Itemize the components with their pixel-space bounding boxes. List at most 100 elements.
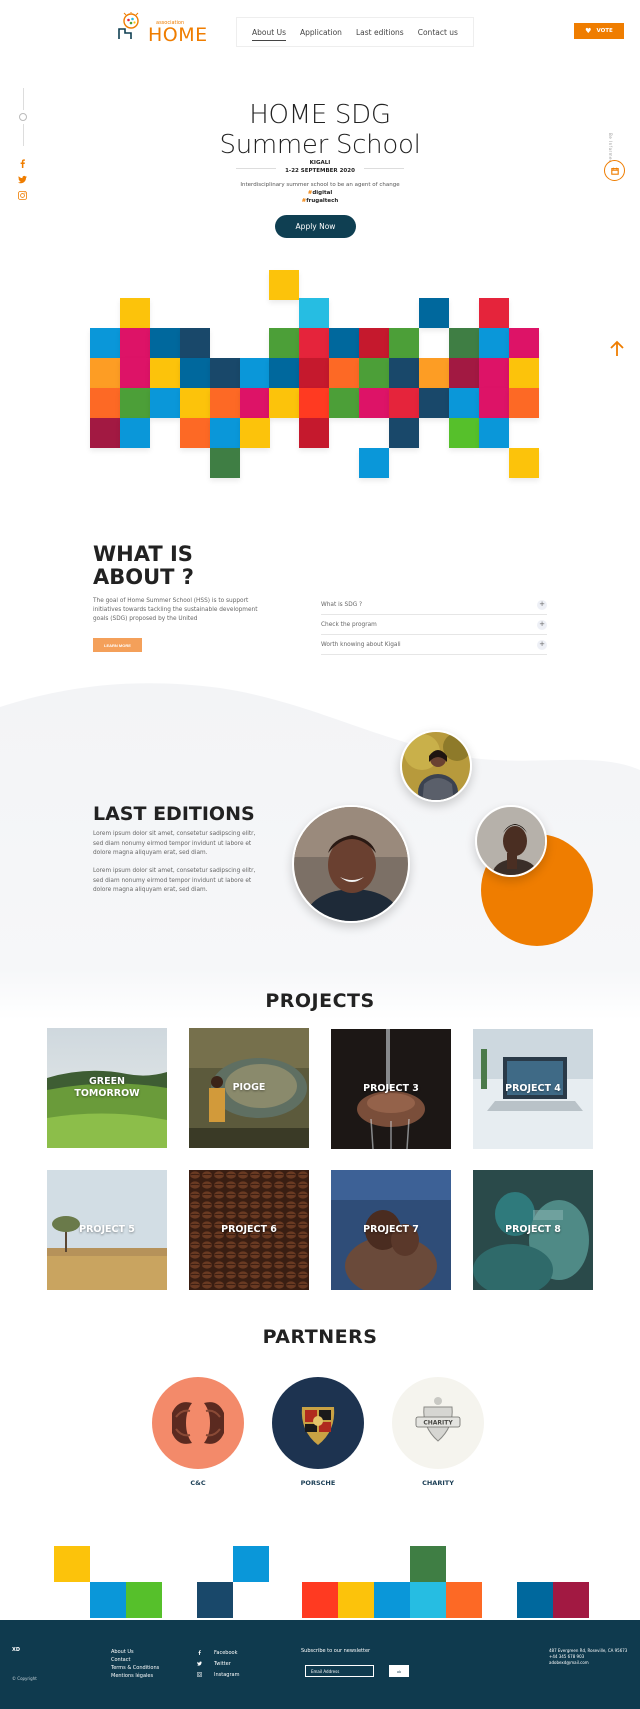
- sdg-tile: [338, 1582, 374, 1618]
- sdg-tile: [90, 1582, 126, 1618]
- sdg-tile: [389, 358, 419, 388]
- nav-contact-us[interactable]: Contact us: [418, 28, 458, 37]
- hero-title-line2: Summer School: [219, 130, 421, 160]
- calendar-badge[interactable]: [604, 160, 625, 181]
- sdg-tile: [269, 328, 299, 358]
- sdg-tile: [180, 358, 210, 388]
- sdg-tile: [90, 358, 120, 388]
- nav-application[interactable]: Application: [300, 28, 342, 37]
- sdg-tile: [302, 1582, 338, 1618]
- sdg-tile: [410, 1582, 446, 1618]
- newsletter-label: Subscribe to our newsletter: [301, 1648, 371, 1654]
- sdg-tile: [329, 358, 359, 388]
- newsletter-ok-button[interactable]: ok: [389, 1665, 409, 1677]
- twitter-icon[interactable]: [16, 173, 28, 185]
- sdg-tile: [359, 388, 389, 418]
- facebook-icon: [198, 1650, 201, 1655]
- project-label: PROJECT 8: [505, 1224, 561, 1235]
- sdg-tile: [389, 418, 419, 448]
- sdg-tile: [419, 358, 449, 388]
- footer-link-mentions[interactable]: Mentions légales: [111, 1672, 159, 1680]
- accordion-item-sdg[interactable]: What is SDG ? +: [321, 595, 547, 615]
- partner-name-charity[interactable]: CHARITY: [378, 1479, 498, 1487]
- instagram-icon[interactable]: [16, 189, 28, 201]
- sdg-tile: [240, 358, 270, 388]
- sdg-tile: [553, 1582, 589, 1618]
- sdg-tile: [446, 1582, 482, 1618]
- project-label: PIOGE: [232, 1082, 266, 1093]
- sdg-tile: [150, 358, 180, 388]
- project-card-7[interactable]: PROJECT 7: [331, 1170, 451, 1290]
- hero-title-line1: HOME SDG: [249, 100, 391, 130]
- projects-title: PROJECTS: [265, 990, 375, 1012]
- vote-button[interactable]: ♥ VOTE: [574, 23, 624, 39]
- sdg-tile: [419, 298, 449, 328]
- partners-title: PARTNERS: [262, 1326, 378, 1348]
- project-label: PROJECT 7: [363, 1224, 419, 1235]
- sdg-tile: [197, 1582, 233, 1618]
- footer-twitter[interactable]: Twitter: [197, 1658, 239, 1669]
- nav-about-us[interactable]: About Us: [252, 28, 286, 41]
- scroll-indicator[interactable]: [19, 113, 27, 121]
- accordion-item-kigali[interactable]: Worth knowing about Kigali +: [321, 635, 547, 655]
- main-nav: About Us Application Last editions Conta…: [236, 17, 474, 47]
- home-logo[interactable]: association HOME: [116, 12, 207, 45]
- project-card-6[interactable]: PROJECT 6: [189, 1170, 309, 1290]
- sdg-tile: [269, 358, 299, 388]
- partner-name-porsche[interactable]: PORSCHE: [258, 1479, 378, 1487]
- footer-link-terms[interactable]: Terms & Conditions: [111, 1664, 159, 1672]
- sdg-tile: [509, 328, 539, 358]
- sdg-tile: [150, 388, 180, 418]
- sdg-tile: [359, 448, 389, 478]
- project-card-2[interactable]: PIOGE: [189, 1028, 309, 1148]
- apply-now-button[interactable]: Apply Now: [275, 215, 356, 238]
- sdg-tile: [374, 1582, 410, 1618]
- project-card-1[interactable]: GREEN TOMORROW: [47, 1028, 167, 1148]
- edition-photo-man: [292, 805, 410, 923]
- logo-wordmark: HOME: [148, 24, 208, 46]
- rail-line-bottom: [23, 124, 24, 146]
- project-label: PROJECT 4: [505, 1083, 561, 1094]
- project-card-3[interactable]: PROJECT 3: [331, 1029, 451, 1149]
- last-editions-paragraph-2: Lorem ipsum dolor sit amet, consetetur s…: [93, 868, 256, 893]
- partner-logo-cnc[interactable]: [152, 1377, 244, 1469]
- sdg-tile: [269, 270, 299, 300]
- footer-link-about[interactable]: About Us: [111, 1648, 159, 1656]
- footer-address: 487 Evergreen Rd, Roseville, CA 95673 +4…: [549, 1648, 628, 1665]
- sdg-tile: [449, 328, 479, 358]
- footer-brand: XD: [12, 1647, 21, 1653]
- sdg-tile: [299, 388, 329, 418]
- sdg-tile: [410, 1546, 446, 1582]
- footer-instagram[interactable]: Instagram: [197, 1669, 239, 1680]
- hero-description: Interdisciplinary summer school to be an…: [240, 182, 400, 188]
- back-to-top-icon[interactable]: [608, 340, 626, 358]
- partner-logo-charity[interactable]: CHARITY: [392, 1377, 484, 1469]
- learn-more-button[interactable]: LEARN MORE: [93, 638, 142, 652]
- edition-photo-woman: [400, 730, 472, 802]
- sdg-tile: [449, 418, 479, 448]
- sdg-tile: [479, 418, 509, 448]
- sdg-tile: [299, 328, 329, 358]
- sdg-tile: [389, 328, 419, 358]
- footer-social: Facebook Twitter Instagram: [197, 1647, 239, 1680]
- sdg-tile: [120, 298, 150, 328]
- project-card-4[interactable]: PROJECT 4: [473, 1029, 593, 1149]
- footer-copyright: © Copyright: [12, 1676, 37, 1681]
- plus-icon: +: [537, 639, 547, 650]
- footer-facebook[interactable]: Facebook: [197, 1647, 239, 1658]
- vote-label: VOTE: [596, 28, 613, 34]
- sdg-tile: [419, 388, 449, 418]
- sdg-tile: [90, 328, 120, 358]
- project-card-8[interactable]: PROJECT 8: [473, 1170, 593, 1290]
- partner-logo-porsche[interactable]: [272, 1377, 364, 1469]
- newsletter-email-input[interactable]: [305, 1665, 374, 1677]
- facebook-icon[interactable]: [16, 157, 28, 169]
- nav-last-editions[interactable]: Last editions: [356, 28, 404, 37]
- footer-link-contact[interactable]: Contact: [111, 1656, 159, 1664]
- sdg-tile: [54, 1546, 90, 1582]
- sdg-tile: [120, 388, 150, 418]
- project-label: PROJECT 6: [221, 1224, 277, 1235]
- project-card-5[interactable]: PROJECT 5: [47, 1170, 167, 1290]
- partner-name-cnc[interactable]: C&C: [138, 1479, 258, 1487]
- accordion-item-program[interactable]: Check the program +: [321, 615, 547, 635]
